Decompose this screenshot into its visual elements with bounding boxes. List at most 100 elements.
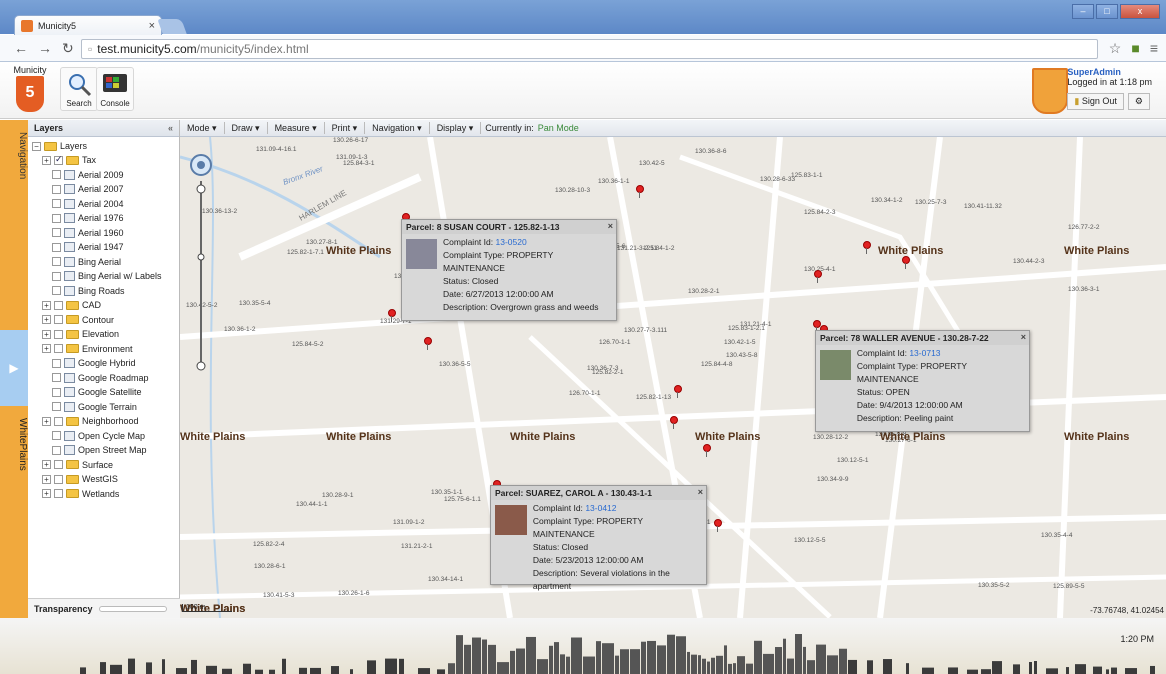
layer-item[interactable]: + Surface xyxy=(42,458,113,472)
complaint-id-link[interactable]: 13-0412 xyxy=(585,503,616,513)
complaint-id-link[interactable]: 13-0520 xyxy=(495,237,526,247)
expand-arrow-icon[interactable]: ▶ xyxy=(0,330,28,406)
search-tool-button[interactable]: Search xyxy=(60,67,98,111)
console-tool-button[interactable]: Console xyxy=(96,67,134,111)
layer-checkbox[interactable] xyxy=(54,315,63,324)
layer-item[interactable]: Google Satellite xyxy=(52,385,142,399)
complaint-pin-icon[interactable] xyxy=(714,519,722,532)
layer-item[interactable]: Aerial 1960 xyxy=(52,226,124,240)
layer-item[interactable]: Aerial 2007 xyxy=(52,182,124,196)
close-window-button[interactable]: x xyxy=(1120,4,1160,19)
layer-checkbox[interactable] xyxy=(54,329,63,339)
complaint-pin-icon[interactable] xyxy=(388,309,396,322)
layer-item[interactable]: + Wetlands xyxy=(42,487,119,501)
transparency-slider[interactable] xyxy=(98,605,167,612)
layer-checkbox[interactable] xyxy=(52,286,61,295)
map-canvas[interactable]: 125.82-1-13 125.82-1-7.1 125.82-2-1 125.82-… xyxy=(180,137,1166,618)
layer-checkbox[interactable] xyxy=(54,416,63,426)
collapse-panel-button[interactable]: « xyxy=(168,123,173,133)
close-popup-icon[interactable]: × xyxy=(608,221,613,231)
layer-checkbox[interactable] xyxy=(52,373,61,382)
back-icon[interactable]: ← xyxy=(14,40,28,56)
layer-item[interactable]: + Environment xyxy=(42,342,133,356)
settings-gear-icon[interactable]: ⚙ xyxy=(1127,93,1150,110)
navigation-side-tab[interactable]: Navigation xyxy=(0,120,28,330)
bookmark-star-icon[interactable]: ☆ xyxy=(1109,40,1122,57)
layer-item[interactable]: + Neighborhood xyxy=(42,414,139,428)
layer-checkbox[interactable] xyxy=(54,474,63,484)
expand-icon[interactable]: + xyxy=(42,315,51,324)
layer-item[interactable]: + Contour xyxy=(42,313,114,327)
browser-tab[interactable]: Municity5 × xyxy=(14,15,162,35)
complaint-pin-icon[interactable] xyxy=(670,416,678,429)
layer-item[interactable]: Open Street Map xyxy=(52,443,147,457)
layer-checkbox[interactable] xyxy=(52,431,61,440)
address-bar[interactable]: ▫ test.municity5.com /municity5/index.ht… xyxy=(81,39,1098,59)
layer-item[interactable]: Google Hybrid xyxy=(52,356,136,370)
pan-zoom-icon[interactable] xyxy=(186,151,216,381)
layer-checkbox[interactable] xyxy=(52,402,61,411)
expand-icon[interactable]: + xyxy=(42,344,51,353)
layer-item[interactable]: + Elevation xyxy=(42,327,119,341)
layer-checkbox[interactable] xyxy=(54,300,63,310)
layer-item[interactable]: Aerial 2009 xyxy=(52,168,124,182)
complaint-pin-icon[interactable] xyxy=(814,270,822,283)
layer-checkbox[interactable] xyxy=(54,489,63,498)
layer-item[interactable]: + CAD xyxy=(42,298,101,312)
complaint-id-link[interactable]: 13-0713 xyxy=(909,348,940,358)
expand-icon[interactable]: + xyxy=(42,489,51,498)
expand-icon[interactable]: + xyxy=(42,329,51,339)
layer-item[interactable]: Google Terrain xyxy=(52,400,137,414)
layer-item[interactable]: Bing Aerial w/ Labels xyxy=(52,269,162,283)
layer-checkbox[interactable] xyxy=(54,154,63,165)
close-tab-icon[interactable]: × xyxy=(149,20,155,32)
whiteplains-side-tab[interactable]: WhitePlains xyxy=(0,406,28,618)
layer-item[interactable]: Open Cycle Map xyxy=(52,429,145,443)
layer-item[interactable]: + Tax xyxy=(42,153,96,167)
extension-icon[interactable]: ■ xyxy=(1131,40,1139,57)
complaint-pin-icon[interactable] xyxy=(703,444,711,457)
display-menu[interactable]: Display ▾ xyxy=(434,122,477,135)
expand-icon[interactable]: + xyxy=(42,416,51,426)
layer-checkbox[interactable] xyxy=(54,460,63,469)
complaint-pin-icon[interactable] xyxy=(902,256,910,269)
close-popup-icon[interactable]: × xyxy=(698,487,703,497)
forward-icon[interactable]: → xyxy=(38,40,52,56)
layer-checkbox[interactable] xyxy=(52,257,61,266)
expand-icon[interactable]: + xyxy=(42,155,51,165)
layer-checkbox[interactable] xyxy=(52,387,61,397)
print-menu[interactable]: Print ▾ xyxy=(329,122,361,135)
navigation-menu[interactable]: Navigation ▾ xyxy=(369,122,425,135)
layer-item[interactable]: Bing Aerial xyxy=(52,255,121,269)
layer-checkbox[interactable] xyxy=(54,344,63,353)
layer-checkbox[interactable] xyxy=(52,199,61,208)
layer-item[interactable]: Aerial 2004 xyxy=(52,197,124,211)
layer-checkbox[interactable] xyxy=(52,228,61,237)
layer-root[interactable]: − Layers xyxy=(32,139,87,153)
expand-icon[interactable]: + xyxy=(42,300,51,310)
layer-checkbox[interactable] xyxy=(52,184,61,194)
layer-checkbox[interactable] xyxy=(52,271,61,281)
sign-out-button[interactable]: ▮ Sign Out xyxy=(1067,93,1124,110)
layer-item[interactable]: Aerial 1976 xyxy=(52,211,124,225)
measure-menu[interactable]: Measure ▾ xyxy=(272,122,320,135)
complaint-pin-icon[interactable] xyxy=(424,337,432,350)
expand-icon[interactable]: + xyxy=(42,460,51,469)
close-popup-icon[interactable]: × xyxy=(1021,332,1026,342)
minimize-button[interactable]: – xyxy=(1072,4,1094,19)
layer-item[interactable]: Aerial 1947 xyxy=(52,240,124,254)
mode-menu[interactable]: Mode ▾ xyxy=(184,122,220,135)
reload-icon[interactable]: ↻ xyxy=(62,40,74,57)
layer-checkbox[interactable] xyxy=(52,445,61,455)
layer-checkbox[interactable] xyxy=(52,213,61,223)
complaint-pin-icon[interactable] xyxy=(863,241,871,254)
complaint-pin-icon[interactable] xyxy=(636,185,644,198)
menu-icon[interactable]: ≡ xyxy=(1150,40,1158,57)
layer-item[interactable]: + WestGIS xyxy=(42,472,118,486)
collapse-icon[interactable]: − xyxy=(32,141,41,151)
layer-item[interactable]: Bing Roads xyxy=(52,284,125,298)
expand-icon[interactable]: + xyxy=(42,474,51,484)
layer-checkbox[interactable] xyxy=(52,170,61,179)
maximize-button[interactable]: □ xyxy=(1096,4,1118,19)
complaint-pin-icon[interactable] xyxy=(674,385,682,398)
